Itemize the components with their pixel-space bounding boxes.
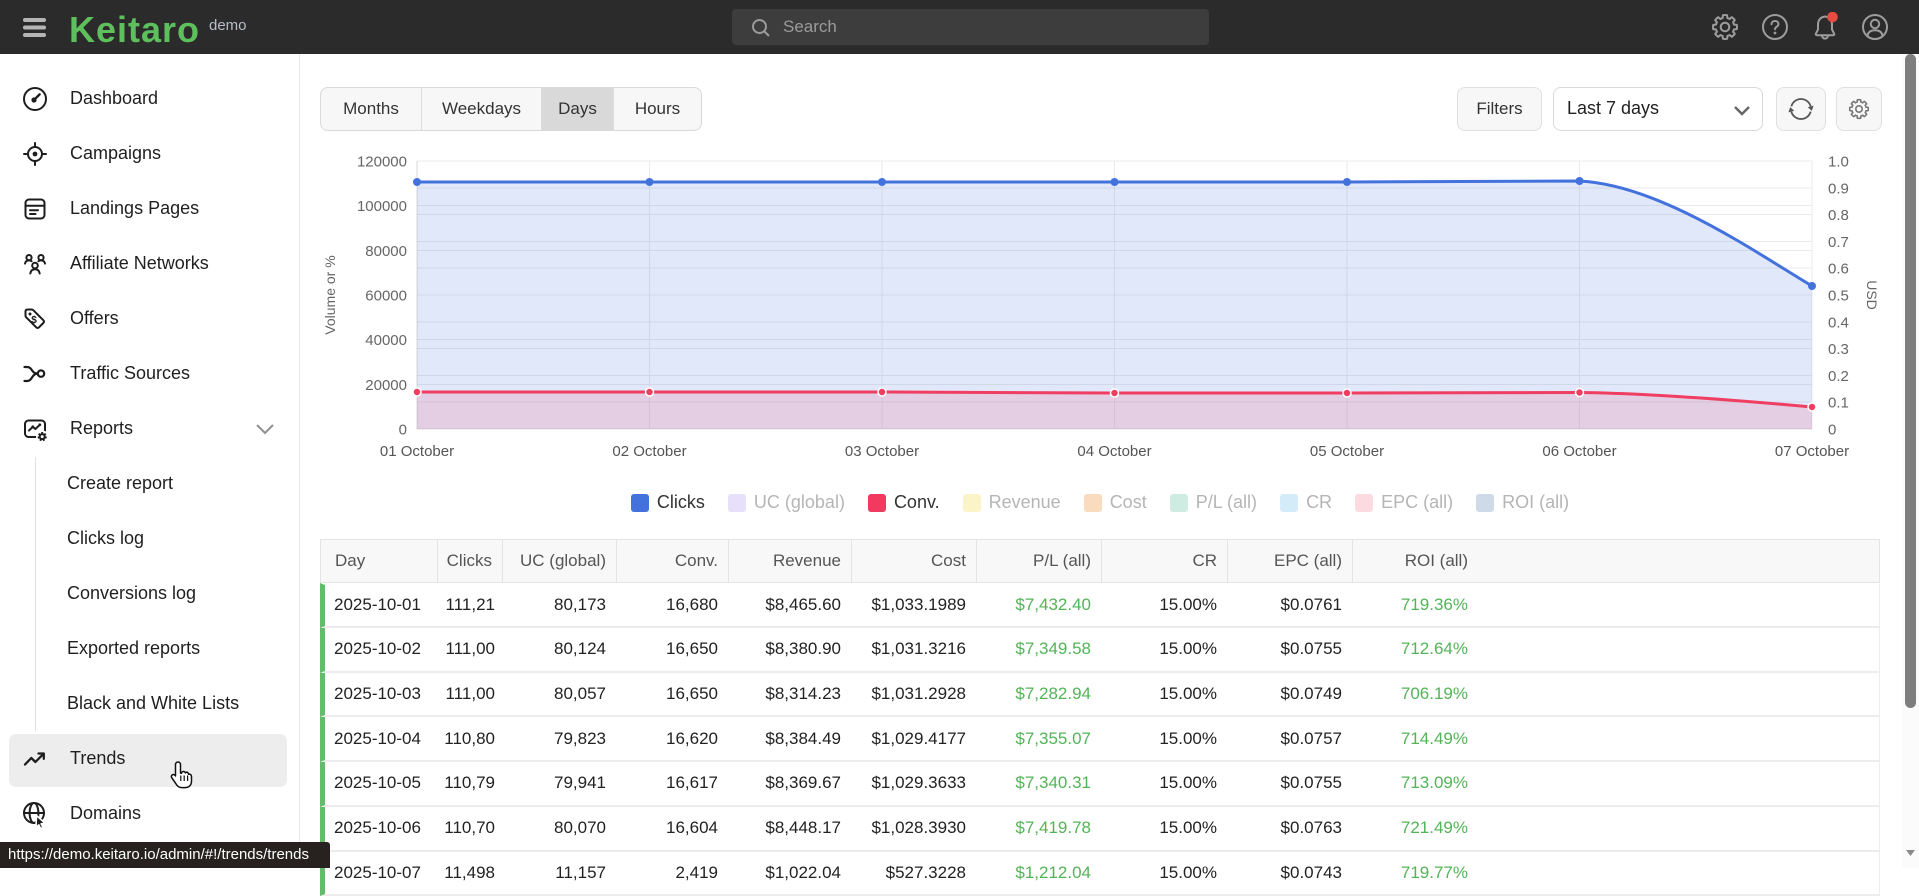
svg-text:0: 0 bbox=[1828, 422, 1836, 439]
svg-text:120000: 120000 bbox=[357, 154, 407, 171]
svg-text:0.3: 0.3 bbox=[1828, 341, 1849, 358]
svg-text:80000: 80000 bbox=[365, 243, 407, 260]
svg-text:100000: 100000 bbox=[357, 198, 407, 215]
svg-text:0.2: 0.2 bbox=[1828, 368, 1849, 385]
svg-text:$: $ bbox=[31, 315, 37, 326]
svg-text:0.6: 0.6 bbox=[1828, 261, 1849, 278]
svg-text:0: 0 bbox=[399, 422, 407, 439]
svg-text:01 October: 01 October bbox=[380, 443, 454, 460]
svg-text:40000: 40000 bbox=[365, 332, 407, 349]
svg-text:0.5: 0.5 bbox=[1828, 288, 1849, 305]
svg-text:02 October: 02 October bbox=[612, 443, 686, 460]
svg-text:06 October: 06 October bbox=[1542, 443, 1616, 460]
svg-text:0.7: 0.7 bbox=[1828, 234, 1849, 251]
svg-text:60000: 60000 bbox=[365, 288, 407, 305]
svg-text:03 October: 03 October bbox=[845, 443, 919, 460]
svg-text:05 October: 05 October bbox=[1310, 443, 1384, 460]
svg-text:04 October: 04 October bbox=[1077, 443, 1151, 460]
svg-text:0.8: 0.8 bbox=[1828, 207, 1849, 224]
svg-text:USD: USD bbox=[1864, 280, 1880, 310]
svg-text:07 October: 07 October bbox=[1775, 443, 1849, 460]
svg-text:1.0: 1.0 bbox=[1828, 154, 1849, 171]
svg-text:0.9: 0.9 bbox=[1828, 180, 1849, 197]
svg-text:0.4: 0.4 bbox=[1828, 314, 1849, 331]
svg-text:0.1: 0.1 bbox=[1828, 395, 1849, 412]
svg-text:Volume or %: Volume or % bbox=[322, 255, 338, 334]
svg-text:20000: 20000 bbox=[365, 377, 407, 394]
